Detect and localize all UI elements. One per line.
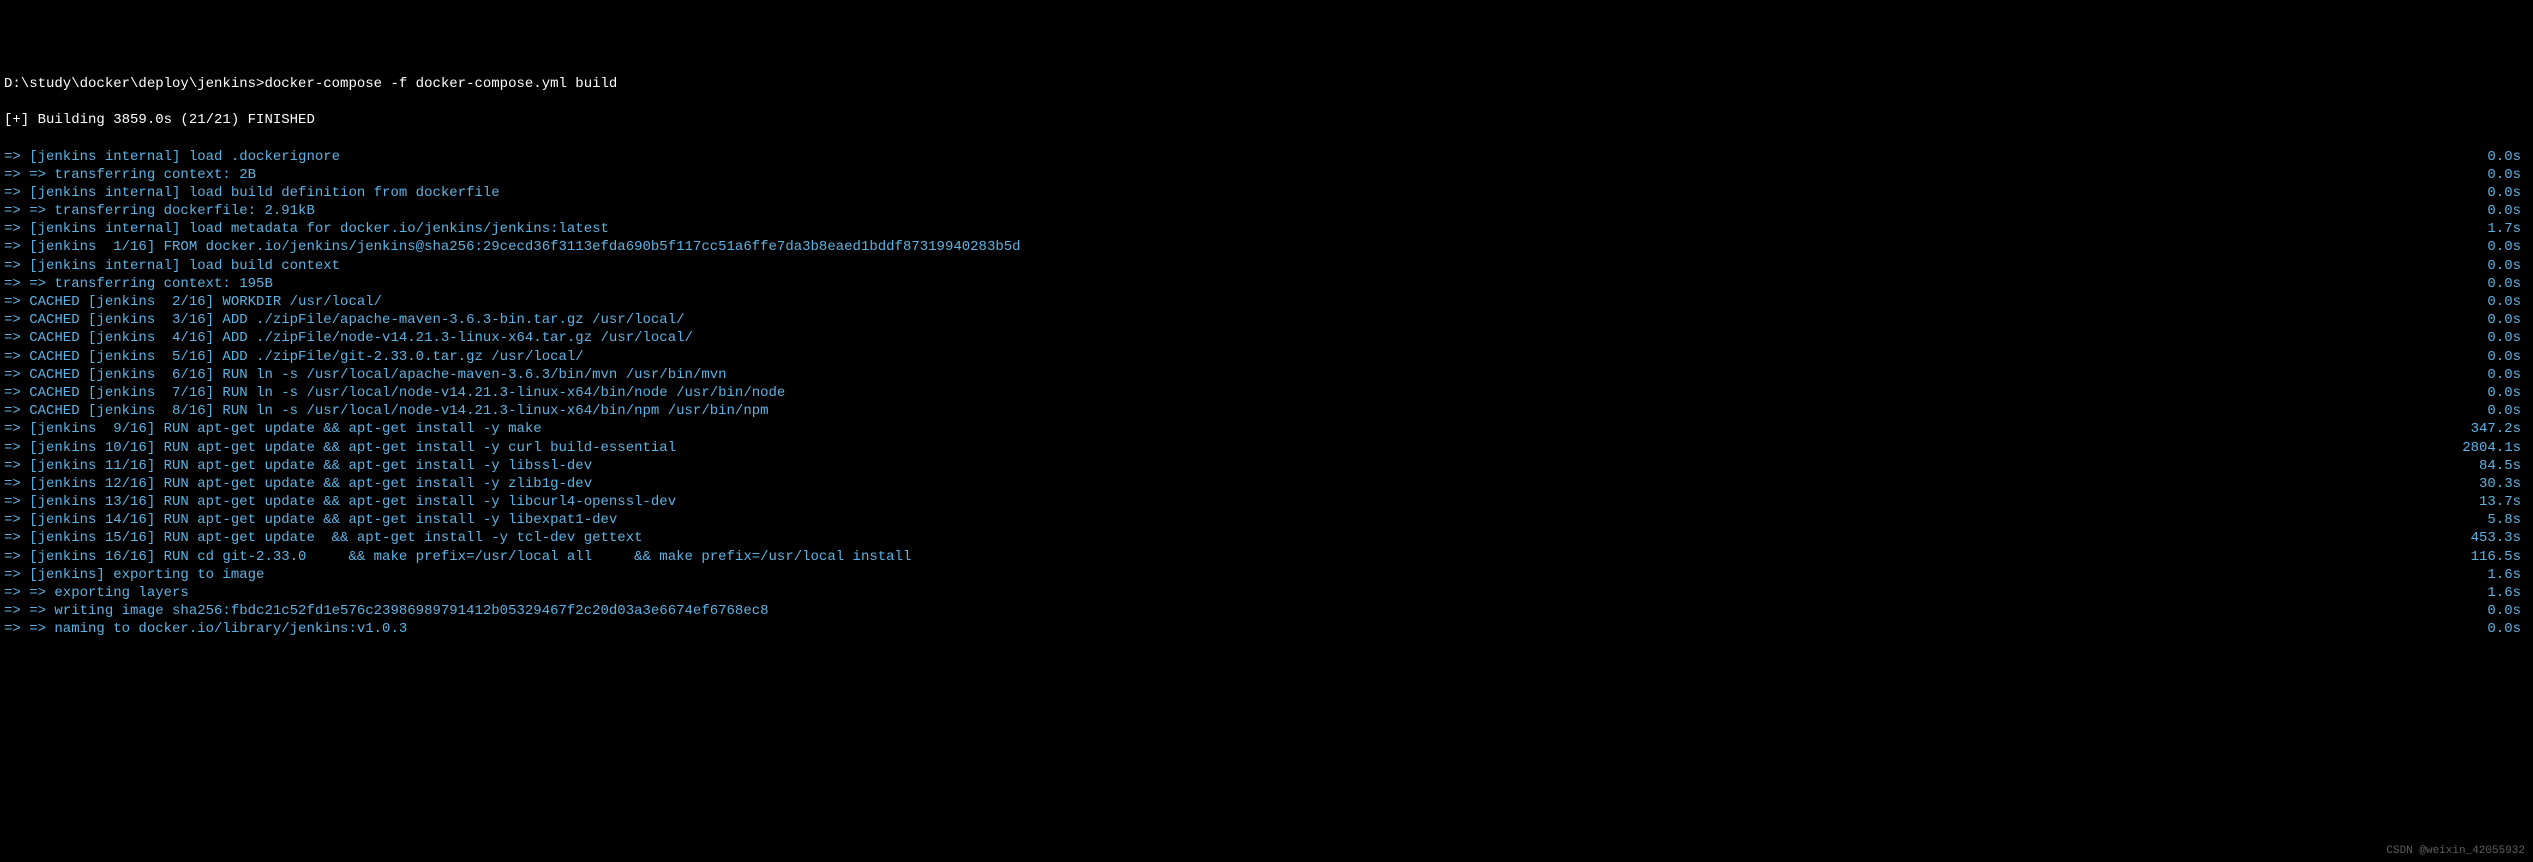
step-timing: 0.0s xyxy=(2487,238,2529,256)
step-text: => [jenkins internal] load build context xyxy=(4,257,2487,275)
build-step: => [jenkins 1/16] FROM docker.io/jenkins… xyxy=(4,238,2529,256)
step-text: => => writing image sha256:fbdc21c52fd1e… xyxy=(4,602,2487,620)
step-text: => => transferring context: 195B xyxy=(4,275,2487,293)
step-timing: 0.0s xyxy=(2487,166,2529,184)
step-text: => [jenkins 11/16] RUN apt-get update &&… xyxy=(4,457,2479,475)
step-text: => [jenkins 10/16] RUN apt-get update &&… xyxy=(4,439,2462,457)
step-timing: 2804.1s xyxy=(2462,439,2529,457)
build-step: => [jenkins internal] load metadata for … xyxy=(4,220,2529,238)
build-step: => [jenkins 12/16] RUN apt-get update &&… xyxy=(4,475,2529,493)
step-timing: 84.5s xyxy=(2479,457,2529,475)
build-step: => [jenkins internal] load build definit… xyxy=(4,184,2529,202)
build-step: => => naming to docker.io/library/jenkin… xyxy=(4,620,2529,638)
step-timing: 0.0s xyxy=(2487,275,2529,293)
command-prompt: D:\study\docker\deploy\jenkins>docker-co… xyxy=(4,75,2529,93)
step-timing: 116.5s xyxy=(2471,548,2529,566)
step-text: => [jenkins 16/16] RUN cd git-2.33.0 && … xyxy=(4,548,2471,566)
build-step: => => transferring context: 2B0.0s xyxy=(4,166,2529,184)
step-timing: 0.0s xyxy=(2487,257,2529,275)
step-timing: 1.6s xyxy=(2487,584,2529,602)
build-step: => [jenkins 11/16] RUN apt-get update &&… xyxy=(4,457,2529,475)
step-timing: 0.0s xyxy=(2487,384,2529,402)
build-step: => [jenkins 16/16] RUN cd git-2.33.0 && … xyxy=(4,548,2529,566)
step-timing: 0.0s xyxy=(2487,148,2529,166)
step-timing: 453.3s xyxy=(2471,529,2529,547)
build-step: => [jenkins 9/16] RUN apt-get update && … xyxy=(4,420,2529,438)
step-text: => CACHED [jenkins 5/16] ADD ./zipFile/g… xyxy=(4,348,2487,366)
step-timing: 13.7s xyxy=(2479,493,2529,511)
step-text: => => exporting layers xyxy=(4,584,2487,602)
step-text: => [jenkins internal] load .dockerignore xyxy=(4,148,2487,166)
build-step: => => transferring context: 195B0.0s xyxy=(4,275,2529,293)
build-step: => [jenkins internal] load .dockerignore… xyxy=(4,148,2529,166)
step-text: => [jenkins internal] load metadata for … xyxy=(4,220,2487,238)
step-text: => CACHED [jenkins 4/16] ADD ./zipFile/n… xyxy=(4,329,2487,347)
step-text: => [jenkins 1/16] FROM docker.io/jenkins… xyxy=(4,238,2487,256)
step-timing: 1.7s xyxy=(2487,220,2529,238)
build-step: => => exporting layers1.6s xyxy=(4,584,2529,602)
build-steps: => [jenkins internal] load .dockerignore… xyxy=(4,148,2529,639)
build-step: => CACHED [jenkins 2/16] WORKDIR /usr/lo… xyxy=(4,293,2529,311)
step-timing: 0.0s xyxy=(2487,348,2529,366)
step-text: => CACHED [jenkins 6/16] RUN ln -s /usr/… xyxy=(4,366,2487,384)
build-step: => [jenkins] exporting to image1.6s xyxy=(4,566,2529,584)
step-text: => CACHED [jenkins 3/16] ADD ./zipFile/a… xyxy=(4,311,2487,329)
step-text: => [jenkins] exporting to image xyxy=(4,566,2487,584)
step-text: => [jenkins 9/16] RUN apt-get update && … xyxy=(4,420,2471,438)
step-text: => [jenkins 12/16] RUN apt-get update &&… xyxy=(4,475,2479,493)
build-step: => [jenkins 10/16] RUN apt-get update &&… xyxy=(4,439,2529,457)
step-timing: 30.3s xyxy=(2479,475,2529,493)
build-step: => => transferring dockerfile: 2.91kB0.0… xyxy=(4,202,2529,220)
build-status: [+] Building 3859.0s (21/21) FINISHED xyxy=(4,111,2529,129)
build-step: => [jenkins 13/16] RUN apt-get update &&… xyxy=(4,493,2529,511)
watermark: CSDN @weixin_42055932 xyxy=(2386,844,2525,858)
step-timing: 347.2s xyxy=(2471,420,2529,438)
build-step: => [jenkins internal] load build context… xyxy=(4,257,2529,275)
step-timing: 0.0s xyxy=(2487,202,2529,220)
step-text: => => transferring dockerfile: 2.91kB xyxy=(4,202,2487,220)
step-text: => => transferring context: 2B xyxy=(4,166,2487,184)
build-step: => CACHED [jenkins 4/16] ADD ./zipFile/n… xyxy=(4,329,2529,347)
step-text: => [jenkins 15/16] RUN apt-get update &&… xyxy=(4,529,2471,547)
step-timing: 0.0s xyxy=(2487,184,2529,202)
step-text: => CACHED [jenkins 2/16] WORKDIR /usr/lo… xyxy=(4,293,2487,311)
build-step: => => writing image sha256:fbdc21c52fd1e… xyxy=(4,602,2529,620)
step-timing: 0.0s xyxy=(2487,311,2529,329)
step-timing: 0.0s xyxy=(2487,293,2529,311)
step-text: => [jenkins internal] load build definit… xyxy=(4,184,2487,202)
step-timing: 1.6s xyxy=(2487,566,2529,584)
step-timing: 0.0s xyxy=(2487,329,2529,347)
build-step: => CACHED [jenkins 6/16] RUN ln -s /usr/… xyxy=(4,366,2529,384)
step-timing: 0.0s xyxy=(2487,602,2529,620)
step-text: => [jenkins 13/16] RUN apt-get update &&… xyxy=(4,493,2479,511)
step-text: => => naming to docker.io/library/jenkin… xyxy=(4,620,2487,638)
step-timing: 0.0s xyxy=(2487,620,2529,638)
step-text: => [jenkins 14/16] RUN apt-get update &&… xyxy=(4,511,2487,529)
step-timing: 0.0s xyxy=(2487,366,2529,384)
build-step: => CACHED [jenkins 5/16] ADD ./zipFile/g… xyxy=(4,348,2529,366)
build-step: => CACHED [jenkins 7/16] RUN ln -s /usr/… xyxy=(4,384,2529,402)
build-step: => CACHED [jenkins 8/16] RUN ln -s /usr/… xyxy=(4,402,2529,420)
step-text: => CACHED [jenkins 7/16] RUN ln -s /usr/… xyxy=(4,384,2487,402)
build-step: => [jenkins 14/16] RUN apt-get update &&… xyxy=(4,511,2529,529)
step-timing: 0.0s xyxy=(2487,402,2529,420)
step-text: => CACHED [jenkins 8/16] RUN ln -s /usr/… xyxy=(4,402,2487,420)
step-timing: 5.8s xyxy=(2487,511,2529,529)
build-step: => CACHED [jenkins 3/16] ADD ./zipFile/a… xyxy=(4,311,2529,329)
build-step: => [jenkins 15/16] RUN apt-get update &&… xyxy=(4,529,2529,547)
